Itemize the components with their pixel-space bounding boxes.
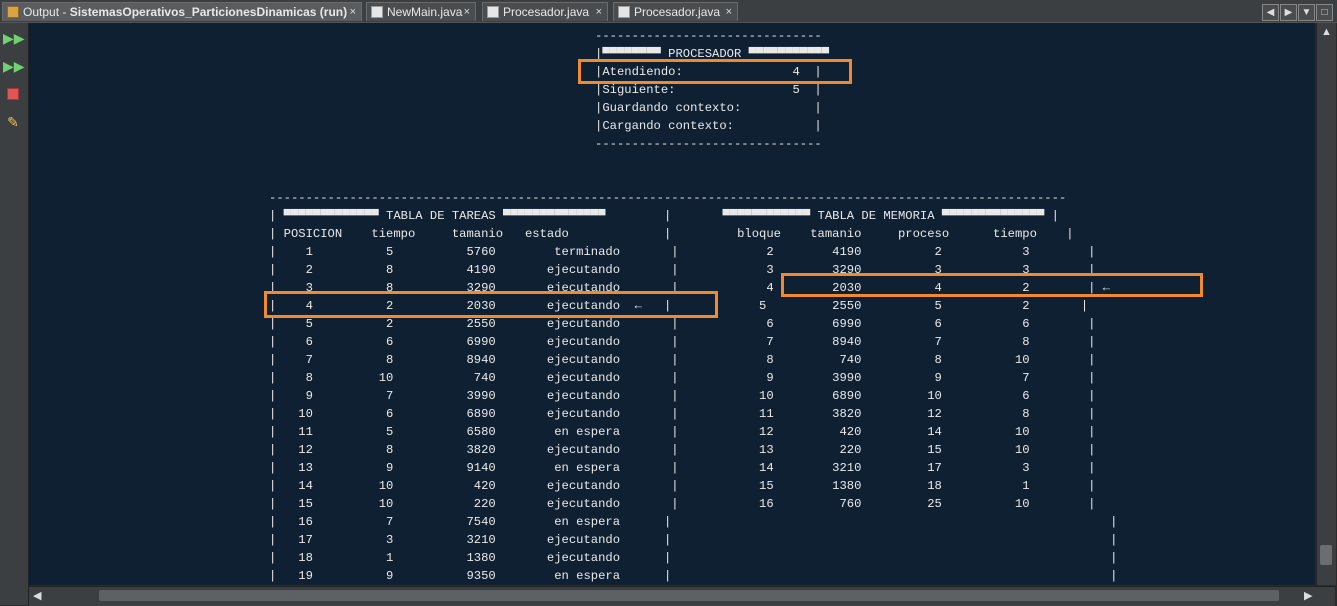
- highlight-bloque-4: [781, 273, 1203, 297]
- output-console[interactable]: ------------------------------- |▀▀▀▀▀▀▀▀…: [29, 23, 1315, 585]
- table-row: | 18 1 1380 ejecutando | |: [269, 551, 1118, 565]
- table-row: | 19 9 9350 en espera | |: [269, 569, 1118, 583]
- close-icon[interactable]: ×: [596, 3, 602, 22]
- tab-procesador-2[interactable]: Procesador.java ×: [613, 2, 738, 21]
- scroll-right-arrow-icon[interactable]: ▶: [1304, 589, 1312, 602]
- output-window-icon: [7, 6, 19, 18]
- highlight-atendiendo: [578, 59, 852, 84]
- table-row: | 11 5 6580 en espera | 12 420 14 10 |: [269, 425, 1096, 439]
- procesador-line: |Guardando contexto: |: [595, 101, 822, 115]
- maximize-icon[interactable]: □: [1316, 4, 1333, 21]
- java-file-icon: [487, 6, 499, 18]
- java-file-icon: [371, 6, 383, 18]
- tab-output-label: Output -: [23, 5, 70, 19]
- vertical-scrollbar[interactable]: ▲: [1316, 23, 1336, 585]
- table-row: | 16 7 7540 en espera | |: [269, 515, 1118, 529]
- output-toolbar: ▶▶ ▶▶ ✎: [0, 23, 29, 605]
- procesador-line: -------------------------------: [595, 137, 822, 151]
- tab-navigation: ◀ ▶ ▼ □: [1261, 2, 1333, 21]
- table-header-line: | POSICION tiempo tamanio estado | bloqu…: [269, 227, 1074, 241]
- close-icon[interactable]: ×: [350, 3, 356, 22]
- close-icon[interactable]: ×: [464, 3, 470, 22]
- table-row: | 8 10 740 ejecutando | 9 3990 9 7 |: [269, 371, 1096, 385]
- close-icon[interactable]: ×: [726, 3, 732, 22]
- scroll-right-icon[interactable]: ▶: [1280, 4, 1297, 21]
- scroll-up-icon[interactable]: ▲: [1321, 26, 1332, 38]
- tab-procesador-1[interactable]: Procesador.java ×: [482, 2, 608, 21]
- scroll-left-arrow-icon[interactable]: ◀: [33, 589, 41, 602]
- tab-output-project: SistemasOperativos_ParticionesDinamicas …: [69, 5, 348, 19]
- scroll-left-icon[interactable]: ◀: [1262, 4, 1279, 21]
- highlight-tarea-4: [264, 291, 718, 318]
- tab-list-icon[interactable]: ▼: [1298, 4, 1315, 21]
- rerun-icon[interactable]: ▶▶: [3, 28, 25, 48]
- tab-output[interactable]: Output - SistemasOperativos_ParticionesD…: [2, 2, 362, 21]
- table-row: | 17 3 3210 ejecutando | |: [269, 533, 1118, 547]
- table-header-line: | ▀▀▀▀▀▀▀▀▀▀▀▀▀ TABLA DE TAREAS ▀▀▀▀▀▀▀▀…: [269, 209, 1059, 223]
- procesador-line: -------------------------------: [595, 29, 822, 43]
- settings-icon[interactable]: ✎: [3, 112, 23, 132]
- table-row: | 12 8 3820 ejecutando | 13 220 15 10 |: [269, 443, 1096, 457]
- horizontal-scrollbar[interactable]: ◀ ▶: [29, 586, 1335, 606]
- procesador-line: |Cargando contexto: |: [595, 119, 822, 133]
- java-file-icon: [618, 6, 630, 18]
- horizontal-scroll-thumb[interactable]: [99, 590, 1279, 601]
- editor-tab-bar: Output - SistemasOperativos_ParticionesD…: [0, 0, 1337, 23]
- tab-newmain-label: NewMain.java: [387, 5, 463, 19]
- table-row: | 1 5 5760 terminado | 2 4190 2 3 |: [269, 245, 1096, 259]
- table-row: | 9 7 3990 ejecutando | 10 6890 10 6 |: [269, 389, 1096, 403]
- vertical-scroll-thumb[interactable]: [1320, 545, 1332, 565]
- table-header-line: ----------------------------------------…: [269, 191, 1067, 205]
- table-row: | 7 8 8940 ejecutando | 8 740 8 10 |: [269, 353, 1096, 367]
- table-row: | 13 9 9140 en espera | 14 3210 17 3 |: [269, 461, 1096, 475]
- rerun-with-options-icon[interactable]: ▶▶: [3, 56, 25, 76]
- table-row: | 14 10 420 ejecutando | 15 1380 18 1 |: [269, 479, 1096, 493]
- tab-procesador-2-label: Procesador.java: [634, 5, 721, 19]
- table-row: | 15 10 220 ejecutando | 16 760 25 10 |: [269, 497, 1096, 511]
- table-row: | 6 6 6990 ejecutando | 7 8940 7 8 |: [269, 335, 1096, 349]
- tab-newmain[interactable]: NewMain.java ×: [366, 2, 476, 21]
- tab-procesador-1-label: Procesador.java: [503, 5, 590, 19]
- stop-icon[interactable]: [3, 84, 23, 104]
- table-row: | 10 6 6890 ejecutando | 11 3820 12 8 |: [269, 407, 1096, 421]
